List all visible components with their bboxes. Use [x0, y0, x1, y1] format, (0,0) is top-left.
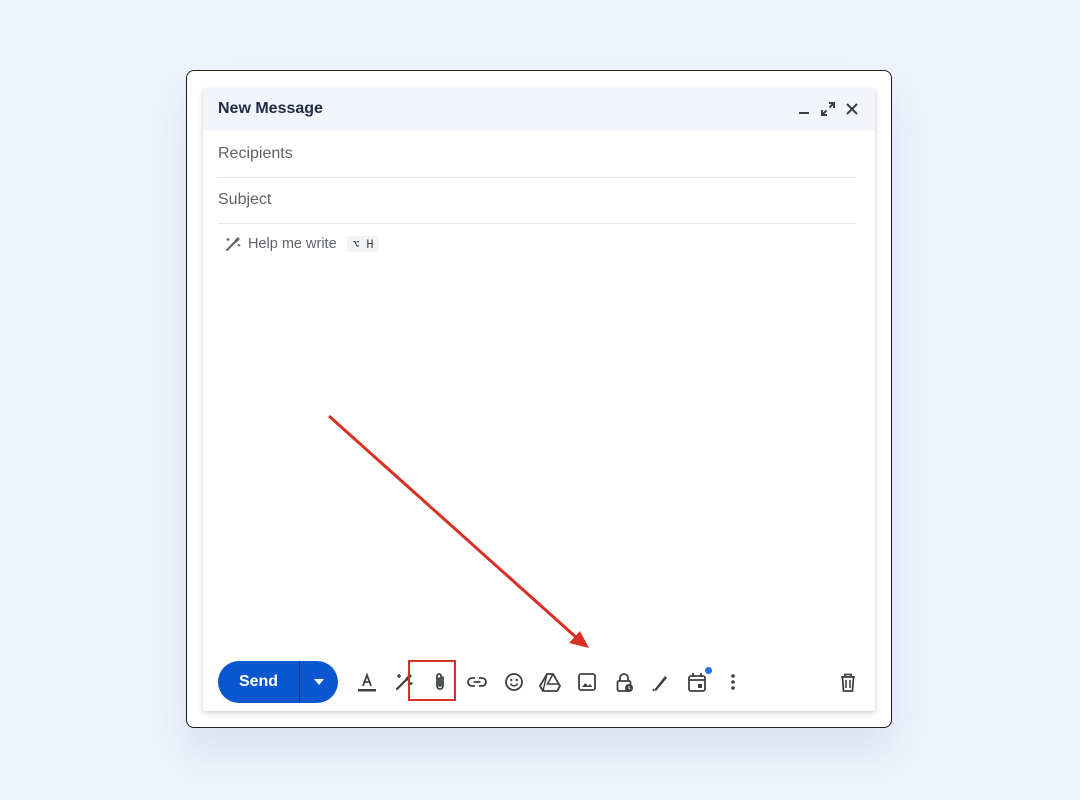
- compose-toolbar: Send: [218, 661, 875, 703]
- confidential-mode-icon[interactable]: [612, 670, 636, 694]
- notification-dot: [705, 667, 712, 674]
- compose-title: New Message: [218, 100, 323, 117]
- caret-down-icon: [313, 678, 325, 686]
- attach-files-icon[interactable]: [428, 670, 452, 694]
- compose-header: New Message: [203, 89, 875, 131]
- send-button[interactable]: Send: [218, 661, 300, 703]
- schedule-event-icon[interactable]: [685, 670, 709, 694]
- help-me-write-label: Help me write: [248, 236, 337, 252]
- help-me-write-icon[interactable]: [392, 670, 416, 694]
- subject-placeholder: Subject: [218, 191, 272, 208]
- insert-signature-icon[interactable]: [648, 670, 672, 694]
- insert-link-icon[interactable]: [465, 670, 489, 694]
- discard-draft-icon[interactable]: [836, 670, 860, 694]
- insert-photo-icon[interactable]: [575, 670, 599, 694]
- insert-emoji-icon[interactable]: [502, 670, 526, 694]
- help-me-write-shortcut: ⌥ H: [346, 236, 380, 252]
- more-options-icon[interactable]: [721, 670, 745, 694]
- compose-window: New Message Recipients Subject Help me w…: [203, 89, 875, 711]
- minimize-icon[interactable]: [795, 100, 813, 118]
- close-icon[interactable]: [843, 100, 861, 118]
- send-options-button[interactable]: [300, 661, 338, 703]
- screenshot-frame: New Message Recipients Subject Help me w…: [186, 70, 892, 728]
- formatting-options-icon[interactable]: [355, 670, 379, 694]
- subject-field[interactable]: Subject: [218, 177, 856, 224]
- recipients-placeholder: Recipients: [218, 145, 293, 162]
- help-me-write-button[interactable]: Help me write ⌥ H: [224, 235, 380, 253]
- insert-drive-icon[interactable]: [538, 670, 562, 694]
- header-controls: [795, 100, 861, 118]
- expand-icon[interactable]: [819, 100, 837, 118]
- pen-sparkle-icon: [224, 235, 242, 253]
- send-button-group: Send: [218, 661, 338, 703]
- recipients-field[interactable]: Recipients: [218, 131, 856, 178]
